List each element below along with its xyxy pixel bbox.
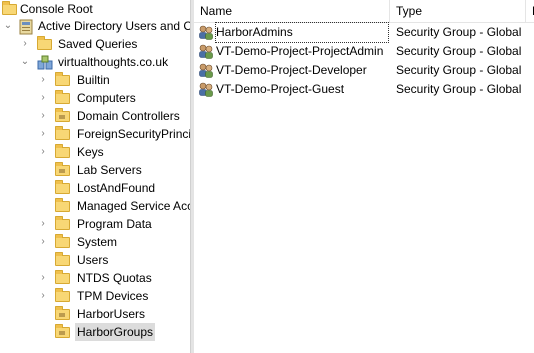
- folder-icon: [55, 180, 71, 195]
- security-group-icon: [198, 25, 214, 40]
- expand-arrow-icon[interactable]: ›: [19, 35, 31, 53]
- folder-icon: [55, 90, 71, 105]
- domain-icon: [37, 55, 53, 70]
- expand-arrow-icon[interactable]: ›: [37, 71, 49, 89]
- list-row[interactable]: VT-Demo-Project-Guest Security Group - Gl…: [194, 80, 534, 99]
- tree-item[interactable]: › Keys: [0, 143, 190, 161]
- tree-item-label: Domain Controllers: [77, 109, 180, 123]
- folder-icon: [55, 270, 71, 285]
- group-type: Security Group - Global: [396, 25, 522, 39]
- folder-icon: [55, 72, 71, 87]
- collapse-arrow-icon[interactable]: ⌄: [2, 17, 14, 35]
- tree-item-saved-queries[interactable]: › Saved Queries: [0, 35, 190, 53]
- tree-item-label: System: [77, 235, 118, 249]
- tree-item-label: LostAndFound: [77, 181, 156, 195]
- tree-item-domain[interactable]: ⌄ virtualthoughts.co.uk: [0, 53, 190, 71]
- tree-item[interactable]: HarborUsers: [0, 305, 190, 323]
- group-type: Security Group - Global: [396, 63, 522, 77]
- tree-item-label: TPM Devices: [77, 289, 149, 303]
- list-row[interactable]: VT-Demo-Project-ProjectAdmin Security Gro…: [194, 42, 534, 61]
- folder-icon: [55, 144, 71, 159]
- tree-item-label: HarborGroups: [75, 323, 156, 341]
- tree-item[interactable]: › Domain Controllers: [0, 107, 190, 125]
- expand-arrow-icon[interactable]: ›: [37, 125, 49, 143]
- tree-item[interactable]: HarborGroups: [0, 323, 190, 341]
- group-type: Security Group - Global: [396, 82, 522, 96]
- console-tree: Console Root ⌄ Active Directory Users an…: [0, 0, 190, 353]
- tree-item[interactable]: Users: [0, 251, 190, 269]
- ou-icon: [55, 324, 71, 339]
- expand-arrow-icon[interactable]: ›: [37, 107, 49, 125]
- tree-item[interactable]: › Computers: [0, 89, 190, 107]
- tree-item-label: HarborUsers: [77, 307, 146, 321]
- tree-item-label: Users: [77, 253, 109, 267]
- folder-icon: [55, 288, 71, 303]
- expand-arrow-icon[interactable]: ›: [37, 233, 49, 251]
- tree-item[interactable]: › Builtin: [0, 71, 190, 89]
- expand-arrow-icon[interactable]: ›: [37, 269, 49, 287]
- tree-item-label: Builtin: [77, 73, 110, 87]
- folder-icon: [55, 198, 71, 213]
- tree-item[interactable]: › System: [0, 233, 190, 251]
- tree-item-label: ForeignSecurityPrinci: [77, 127, 190, 141]
- tree-item-label: Keys: [77, 145, 104, 159]
- list-header: Name Type D: [194, 0, 534, 23]
- group-name: HarborAdmins: [215, 22, 389, 43]
- folder-icon: [37, 36, 53, 51]
- expand-arrow-icon[interactable]: ›: [37, 287, 49, 305]
- tree-item-console-root[interactable]: Console Root: [0, 0, 190, 18]
- column-header-name[interactable]: Name: [194, 0, 390, 22]
- tree-item[interactable]: › Program Data: [0, 215, 190, 233]
- folder-icon: [55, 126, 71, 141]
- group-type: Security Group - Global: [396, 44, 522, 58]
- tree-item[interactable]: Managed Service Acc: [0, 197, 190, 215]
- tree-item-label: Lab Servers: [77, 163, 142, 177]
- tree-item[interactable]: › TPM Devices: [0, 287, 190, 305]
- tree-item-label: Program Data: [77, 217, 152, 231]
- list-row[interactable]: VT-Demo-Project-Developer Security Group …: [194, 61, 534, 80]
- tree-item[interactable]: › NTDS Quotas: [0, 269, 190, 287]
- security-group-icon: [198, 82, 214, 97]
- aduc-icon: [19, 19, 35, 35]
- ou-icon: [55, 108, 71, 123]
- folder-icon: [2, 1, 18, 16]
- ou-icon: [55, 162, 71, 177]
- expand-arrow-icon[interactable]: ›: [37, 143, 49, 161]
- security-group-icon: [198, 63, 214, 78]
- column-header-type[interactable]: Type: [390, 0, 526, 22]
- tree-item[interactable]: › ForeignSecurityPrinci: [0, 125, 190, 143]
- collapse-arrow-icon[interactable]: ⌄: [19, 53, 31, 71]
- tree-item-aduc[interactable]: ⌄ Active Directory Users and C: [0, 17, 190, 35]
- folder-icon: [55, 252, 71, 267]
- folder-icon: [55, 234, 71, 249]
- group-name: VT-Demo-Project-ProjectAdmin: [216, 44, 384, 58]
- tree-item-label: Computers: [77, 91, 136, 105]
- folder-icon: [55, 216, 71, 231]
- expand-arrow-icon[interactable]: ›: [37, 89, 49, 107]
- tree-item[interactable]: Lab Servers: [0, 161, 190, 179]
- group-name: VT-Demo-Project-Guest: [216, 82, 345, 96]
- tree-item[interactable]: LostAndFound: [0, 179, 190, 197]
- expand-arrow-icon[interactable]: ›: [37, 215, 49, 233]
- ou-icon: [55, 306, 71, 321]
- tree-item-label: NTDS Quotas: [77, 271, 152, 285]
- tree-item-label: Managed Service Acc: [77, 199, 190, 213]
- list-row[interactable]: HarborAdmins Security Group - Global: [194, 22, 534, 43]
- group-name: VT-Demo-Project-Developer: [216, 63, 367, 77]
- security-group-icon: [198, 44, 214, 59]
- column-header-description[interactable]: D: [526, 0, 534, 22]
- details-pane: Name Type D HarborAdmins Security Group -…: [194, 0, 534, 353]
